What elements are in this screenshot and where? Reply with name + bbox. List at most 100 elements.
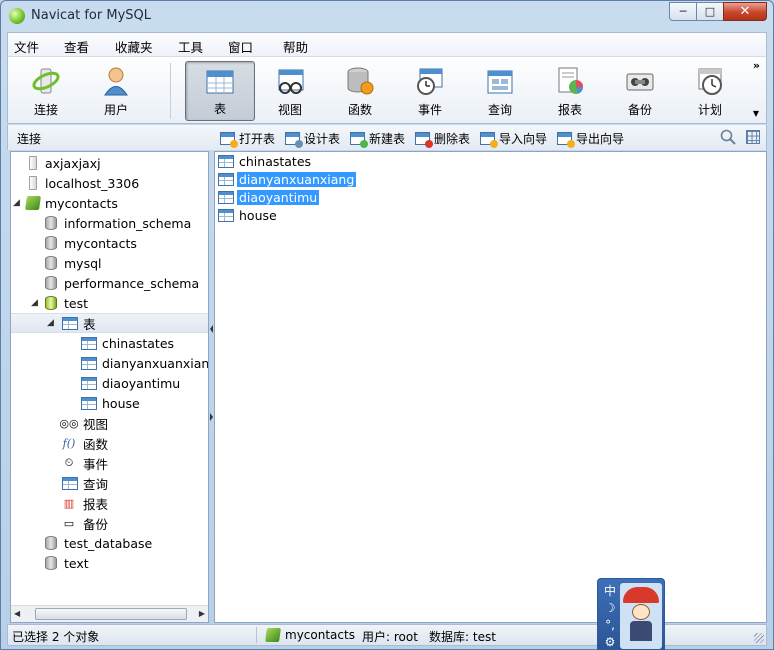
connection-icon bbox=[29, 176, 37, 190]
import-wizard-button[interactable]: 导入向导 bbox=[480, 129, 547, 148]
table-icon bbox=[218, 191, 234, 204]
connection-status: mycontacts bbox=[285, 628, 355, 642]
toolbar-table-button[interactable]: 表 bbox=[185, 61, 255, 121]
menu-favorites[interactable]: 收藏夹 bbox=[115, 37, 153, 56]
open-table-button[interactable]: 打开表 bbox=[220, 129, 275, 148]
scrollbar-thumb[interactable] bbox=[35, 608, 187, 620]
tree-database-item[interactable]: performance_schema bbox=[11, 273, 208, 293]
grid-view-icon[interactable] bbox=[746, 130, 760, 144]
object-toolbar: 连接 打开表 设计表 新建表 删除表 导入向导 导出向导 bbox=[7, 125, 767, 150]
table-icon bbox=[218, 155, 234, 168]
chevron-down-icon[interactable]: ▼ bbox=[753, 109, 759, 118]
tree-horizontal-scrollbar[interactable]: ◀ ▶ bbox=[11, 605, 208, 622]
tree-reports-folder[interactable]: ▥ 报表 bbox=[11, 493, 208, 513]
menu-help[interactable]: 帮助 bbox=[283, 37, 308, 56]
query-icon bbox=[62, 476, 78, 490]
tree-functions-folder[interactable]: f() 函数 bbox=[11, 433, 208, 453]
object-list[interactable]: chinastates dianyanxuanxiang diaoyantimu… bbox=[214, 151, 767, 623]
toolbar-backup-button[interactable]: 备份 bbox=[605, 61, 675, 121]
tree-tables-folder[interactable]: ◢ 表 bbox=[11, 313, 208, 333]
tree-connection-item[interactable]: ◢ mycontacts bbox=[11, 193, 208, 213]
title-bar[interactable]: Navicat for MySQL ─ □ ✕ bbox=[1, 1, 773, 31]
ime-settings-icon[interactable]: ⚙ bbox=[601, 634, 619, 649]
tree-label: mysql bbox=[64, 255, 102, 271]
toolbar-schedule-button[interactable]: 计划 bbox=[675, 61, 745, 121]
tree-label: mycontacts bbox=[64, 235, 137, 251]
menu-tools[interactable]: 工具 bbox=[178, 37, 203, 56]
toolbar-user-button[interactable]: 用户 bbox=[81, 61, 151, 121]
toolbar-query-button[interactable]: 查询 bbox=[465, 61, 535, 121]
tree-label: text bbox=[64, 555, 89, 571]
menu-view[interactable]: 查看 bbox=[64, 37, 89, 56]
toolbar-label: 连接 bbox=[33, 103, 58, 117]
scroll-left-icon[interactable]: ◀ bbox=[14, 609, 20, 618]
toolbar-report-button[interactable]: 报表 bbox=[535, 61, 605, 121]
scroll-right-icon[interactable]: ▶ bbox=[199, 609, 205, 618]
mascot-face bbox=[632, 604, 650, 620]
ime-toolbar[interactable]: 中 ☽ °, ⚙ bbox=[597, 578, 665, 650]
ime-punctuation-toggle[interactable]: °, bbox=[601, 617, 619, 634]
object-list-item[interactable]: diaoyantimu bbox=[218, 189, 320, 206]
toolbar-label: 视图 bbox=[277, 103, 302, 117]
menu-window[interactable]: 窗口 bbox=[228, 37, 253, 56]
tree-events-folder[interactable]: ⏲ 事件 bbox=[11, 453, 208, 473]
event-icon: ⏲ bbox=[64, 456, 74, 469]
tree-database-item[interactable]: mycontacts bbox=[11, 233, 208, 253]
delete-table-button[interactable]: 删除表 bbox=[415, 129, 470, 148]
tree-database-item[interactable]: ◢ test bbox=[11, 293, 208, 313]
design-table-button[interactable]: 设计表 bbox=[285, 129, 340, 148]
toolbar-event-button[interactable]: 事件 bbox=[395, 61, 465, 121]
mascot-body bbox=[630, 621, 652, 641]
active-database-icon bbox=[45, 296, 57, 310]
navigation-tree[interactable]: axjaxjaxj localhost_3306 ◢ mycontacts in… bbox=[10, 151, 209, 623]
tree-label: test_database bbox=[64, 535, 153, 551]
toolbar-view-button[interactable]: 视图 bbox=[255, 61, 325, 121]
tree-queries-folder[interactable]: 查询 bbox=[11, 473, 208, 493]
menu-file[interactable]: 文件 bbox=[14, 37, 39, 56]
ime-width-toggle[interactable]: ☽ bbox=[601, 600, 619, 617]
toolbar-overflow-button[interactable]: » bbox=[753, 59, 760, 72]
ime-language-toggle[interactable]: 中 bbox=[601, 583, 619, 600]
table-icon bbox=[81, 336, 97, 350]
toolbar-connection-button[interactable]: 连接 bbox=[11, 61, 81, 121]
object-list-item[interactable]: dianyanxuanxiang bbox=[218, 171, 357, 188]
minimize-button[interactable]: ─ bbox=[669, 2, 697, 21]
tree-label: information_schema bbox=[64, 215, 192, 231]
tree-database-item[interactable]: test_database bbox=[11, 533, 208, 553]
tree-label: axjaxjaxj bbox=[45, 155, 101, 171]
tree-label: dianyanxuanxiang bbox=[102, 355, 209, 371]
tree-table-item[interactable]: diaoyantimu bbox=[11, 373, 208, 393]
main-toolbar: 连接 用户 表 视图 函数 事件 查询 报表 备份 计划 » ▼ bbox=[7, 56, 767, 124]
tree-backups-folder[interactable]: ▭ 备份 bbox=[11, 513, 208, 533]
search-icon[interactable] bbox=[720, 129, 736, 145]
navicat-logo-icon bbox=[9, 8, 25, 24]
toolbar-function-button[interactable]: 函数 bbox=[325, 61, 395, 121]
tree-database-item[interactable]: mysql bbox=[11, 253, 208, 273]
tree-label: test bbox=[64, 295, 89, 311]
export-wizard-button[interactable]: 导出向导 bbox=[557, 129, 624, 148]
maximize-button[interactable]: □ bbox=[696, 2, 724, 21]
close-button[interactable]: ✕ bbox=[723, 2, 767, 21]
tree-database-item[interactable]: information_schema bbox=[11, 213, 208, 233]
tree-table-item[interactable]: dianyanxuanxiang bbox=[11, 353, 209, 373]
expand-arrow-icon[interactable]: ◢ bbox=[47, 318, 54, 328]
ime-controls: 中 ☽ °, ⚙ bbox=[601, 583, 619, 649]
tree-table-item[interactable]: house bbox=[11, 393, 208, 413]
tree-label: 函数 bbox=[83, 436, 109, 452]
resize-grip[interactable] bbox=[754, 633, 764, 643]
tree-views-folder[interactable]: ◎◎ 视图 bbox=[11, 413, 208, 433]
object-list-item[interactable]: house bbox=[218, 207, 279, 224]
new-table-button[interactable]: 新建表 bbox=[350, 129, 405, 148]
tree-database-item[interactable]: text bbox=[11, 553, 208, 573]
table-icon bbox=[81, 356, 97, 370]
window-controls: ─ □ ✕ bbox=[669, 2, 767, 21]
expand-arrow-icon[interactable]: ◢ bbox=[13, 198, 20, 208]
tree-table-item[interactable]: chinastates bbox=[11, 333, 208, 353]
expand-arrow-icon[interactable]: ◢ bbox=[31, 298, 38, 308]
connection-icon bbox=[29, 156, 37, 170]
ime-mascot-image bbox=[620, 583, 662, 649]
object-list-item[interactable]: chinastates bbox=[218, 153, 313, 170]
tree-connection-item[interactable]: axjaxjaxj bbox=[11, 153, 208, 173]
tree-connection-item[interactable]: localhost_3306 bbox=[11, 173, 208, 193]
pane-title: 连接 bbox=[17, 132, 42, 146]
